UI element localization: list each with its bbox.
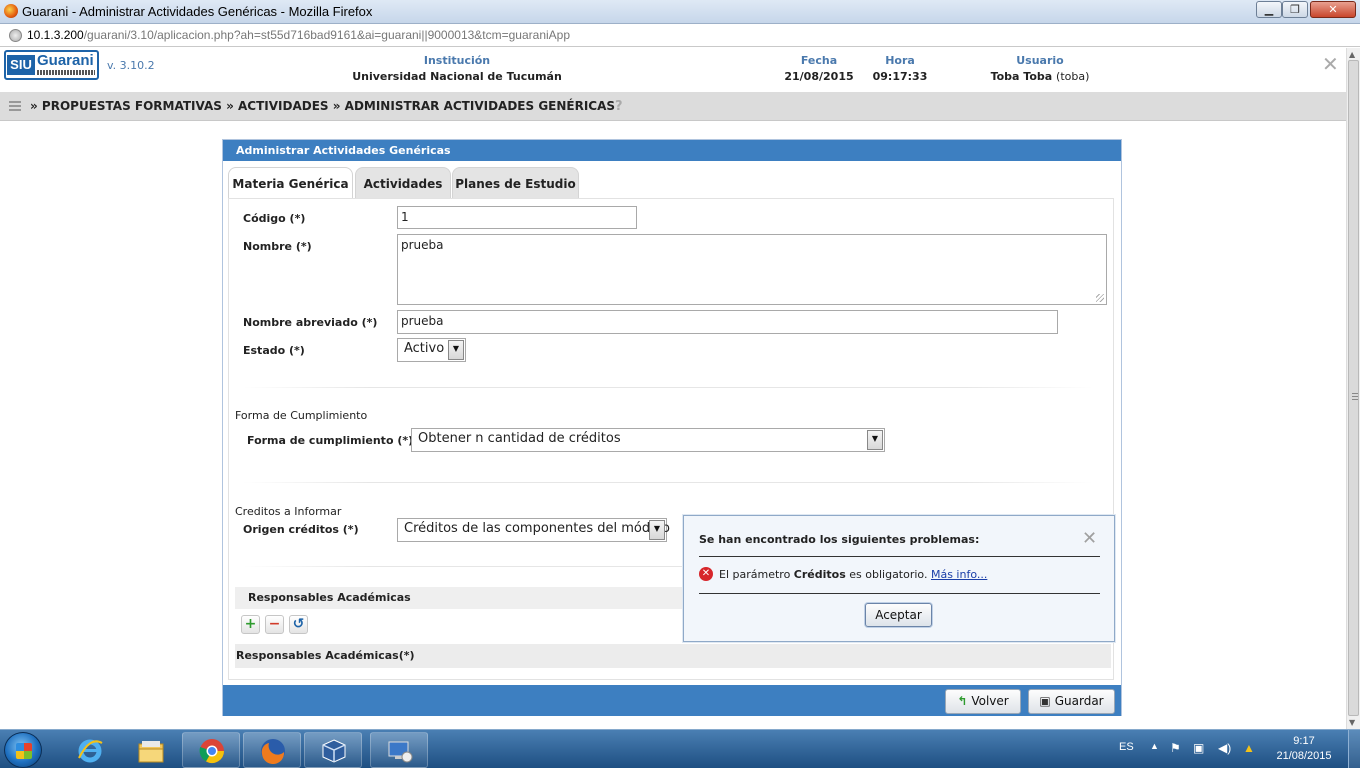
nombre-textarea[interactable]: prueba — [397, 234, 1107, 305]
error-dialog: Se han encontrado los siguientes problem… — [683, 515, 1115, 642]
save-icon: ▣ — [1039, 694, 1051, 708]
tab-materia-generica[interactable]: Materia Genérica — [228, 167, 353, 200]
scroll-thumb[interactable] — [1348, 60, 1359, 716]
creditos-section-title: Creditos a Informar — [235, 505, 342, 518]
windows-logo-icon — [16, 743, 32, 759]
remote-desktop-icon[interactable] — [370, 732, 428, 768]
fecha-label: Fecha — [800, 54, 838, 67]
dialog-title: Se han encontrado los siguientes problem… — [699, 533, 980, 546]
breadcrumb-bar: » PROPUESTAS FORMATIVAS » ACTIVIDADES » … — [0, 92, 1346, 121]
close-icon[interactable]: ✕ — [1082, 528, 1097, 549]
guardar-button[interactable]: ▣ Guardar — [1028, 689, 1115, 714]
fecha-value: 21/08/2015 — [784, 70, 854, 83]
responsables-list-header: Responsables Académicas(*) — [235, 644, 1111, 668]
action-center-flag-icon[interactable]: ⚑ — [1170, 741, 1181, 755]
estado-select[interactable]: Activo ▼ — [397, 338, 466, 362]
forma-select[interactable]: Obtener n cantidad de créditos ▼ — [411, 428, 885, 452]
window-titlebar: Guarani - Administrar Actividades Genéri… — [0, 0, 1360, 24]
resize-grip-icon[interactable] — [1096, 294, 1104, 302]
volume-icon[interactable]: ◀) — [1218, 741, 1231, 755]
maximize-button[interactable]: ❐ — [1282, 1, 1308, 18]
window-title: Guarani - Administrar Actividades Genéri… — [22, 4, 373, 19]
usuario-label: Usuario — [1016, 54, 1064, 67]
volver-button[interactable]: ↰ Volver — [945, 689, 1021, 714]
close-window-button[interactable]: ✕ — [1310, 1, 1356, 18]
hora-label: Hora — [885, 54, 915, 67]
institucion-value: Universidad Nacional de Tucumán — [352, 70, 562, 83]
close-session-icon[interactable]: ✕ — [1322, 52, 1339, 76]
codigo-label: Código (*) — [243, 212, 306, 225]
institucion-label: Institución — [423, 54, 491, 67]
minimize-button[interactable]: ▁ — [1256, 1, 1282, 18]
firefox-icon — [4, 4, 18, 18]
help-icon[interactable]: ? — [615, 99, 623, 114]
scroll-down-icon[interactable]: ▼ — [1349, 718, 1358, 727]
forma-section-title: Forma de Cumplimiento — [235, 409, 368, 422]
language-indicator[interactable]: ES — [1119, 741, 1134, 753]
tab-planes-de-estudio[interactable]: Planes de Estudio — [452, 167, 579, 199]
divider — [243, 482, 1093, 483]
globe-icon — [9, 29, 22, 42]
add-row-button[interactable]: + — [241, 615, 260, 634]
nombre-label: Nombre (*) — [243, 240, 312, 253]
chevron-down-icon: ▼ — [448, 340, 464, 360]
app-header: SIU Guarani v. 3.10.2 Institución Univer… — [0, 48, 1346, 92]
forma-label: Forma de cumplimiento (*) — [247, 434, 414, 447]
divider — [699, 593, 1100, 594]
more-info-link[interactable]: Más info... — [931, 568, 987, 581]
error-icon: ✕ — [699, 567, 713, 581]
divider — [699, 556, 1100, 557]
error-message: El parámetro Créditos es obligatorio. Má… — [719, 568, 988, 581]
remove-row-button[interactable]: − — [265, 615, 284, 634]
system-clock[interactable]: 9:17 21/08/2015 — [1268, 734, 1340, 764]
tab-actividades[interactable]: Actividades — [355, 167, 451, 199]
chevron-down-icon: ▼ — [867, 430, 883, 450]
address-bar[interactable]: 10.1.3.200/guarani/3.10/aplicacion.php?a… — [0, 24, 1360, 47]
aceptar-button[interactable]: Aceptar — [865, 603, 932, 627]
panel-footer: ↰ Volver ▣ Guardar — [223, 685, 1121, 716]
origen-creditos-select[interactable]: Créditos de las componentes del módulo ▼ — [397, 518, 670, 542]
estado-label: Estado (*) — [243, 344, 305, 357]
page-scrollbar[interactable]: ▲ ▼ — [1346, 48, 1360, 729]
breadcrumb: » PROPUESTAS FORMATIVAS » ACTIVIDADES » … — [30, 99, 623, 114]
nombre-abreviado-label: Nombre abreviado (*) — [243, 316, 378, 329]
show-hidden-icons-icon[interactable]: ▲ — [1150, 741, 1159, 751]
menu-icon[interactable] — [9, 101, 21, 111]
divider — [243, 387, 1093, 388]
scroll-up-icon[interactable]: ▲ — [1349, 50, 1358, 59]
internet-explorer-icon[interactable] — [60, 732, 118, 768]
google-drive-icon[interactable]: ▲ — [1243, 741, 1255, 755]
network-icon[interactable]: ▣ — [1193, 741, 1204, 755]
taskbar: ES ▲ ⚑ ▣ ◀) ▲ 9:17 21/08/2015 — [0, 729, 1360, 768]
app-version: v. 3.10.2 — [107, 59, 155, 72]
virtualbox-icon[interactable] — [304, 732, 362, 768]
chevron-down-icon: ▼ — [649, 520, 665, 540]
usuario-value: Toba Toba (toba) — [990, 70, 1090, 83]
firefox-icon[interactable] — [243, 732, 301, 768]
start-button[interactable] — [4, 732, 42, 768]
panel-title: Administrar Actividades Genéricas — [223, 140, 1121, 161]
chrome-icon[interactable] — [182, 732, 240, 768]
codigo-input[interactable]: 1 — [397, 206, 637, 229]
hora-value: 09:17:33 — [872, 70, 928, 83]
url-text[interactable]: 10.1.3.200/guarani/3.10/aplicacion.php?a… — [27, 28, 570, 42]
file-explorer-icon[interactable] — [121, 732, 179, 768]
undo-button[interactable]: ↺ — [289, 615, 308, 634]
nombre-abreviado-input[interactable]: prueba — [397, 310, 1058, 334]
show-desktop-button[interactable] — [1348, 730, 1360, 768]
back-arrow-icon: ↰ — [957, 694, 968, 708]
siu-guarani-logo[interactable]: SIU Guarani — [4, 50, 99, 80]
origen-creditos-label: Origen créditos (*) — [243, 523, 359, 536]
